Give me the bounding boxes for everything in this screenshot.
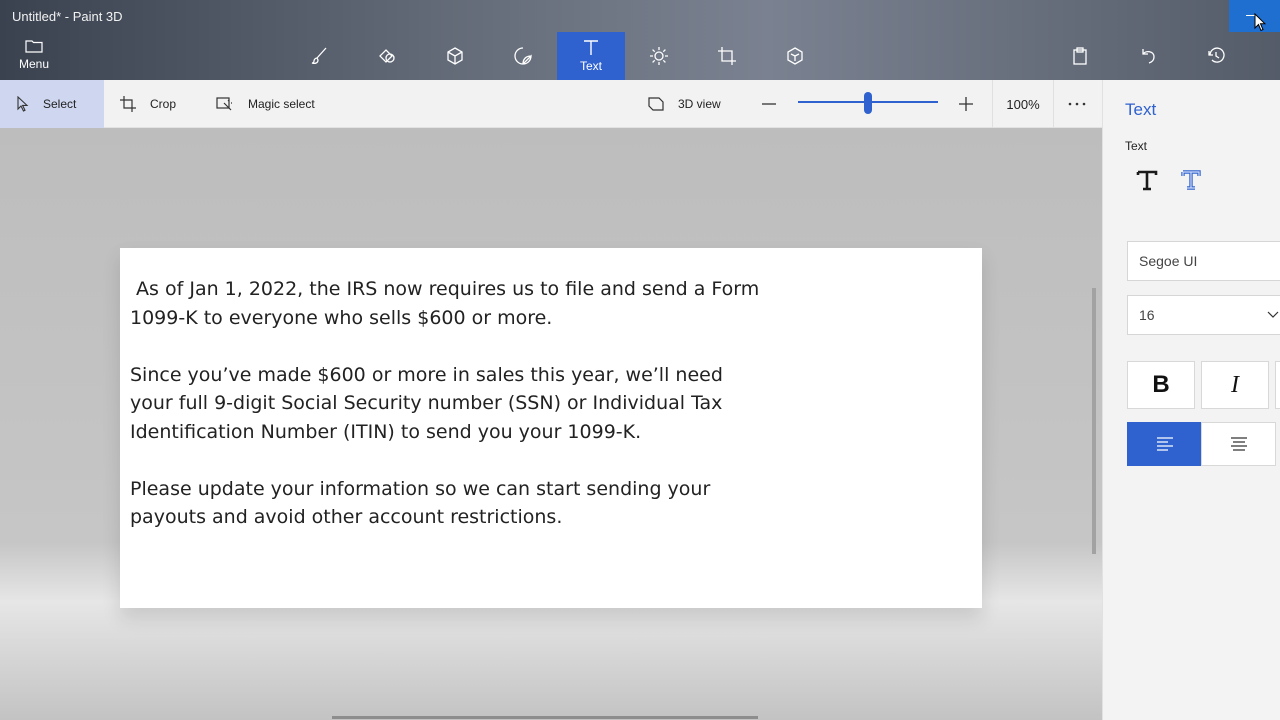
top-toolbar: Untitled* - Paint 3D Menu Text — [0, 0, 1280, 80]
mouse-cursor-icon — [1254, 13, 1266, 32]
undo-icon — [1142, 49, 1155, 64]
font-size-select[interactable]: 16 — [1127, 295, 1280, 335]
magic-select-label: Magic select — [248, 97, 315, 111]
sticker-icon — [514, 47, 532, 65]
undo-button[interactable] — [1136, 44, 1160, 68]
sun-icon — [650, 47, 668, 65]
pointer-icon — [17, 96, 29, 112]
window-title: Untitled* - Paint 3D — [12, 9, 123, 24]
magic-select-icon — [216, 97, 232, 111]
canvas-paragraph: Please update your information so we can… — [130, 477, 711, 529]
font-family-select[interactable]: Segoe UI — [1127, 241, 1280, 281]
tool-text[interactable]: Text — [557, 32, 625, 80]
zoom-out-button[interactable] — [761, 80, 791, 128]
font-size-value: 16 — [1139, 307, 1155, 323]
horizontal-scrollbar[interactable] — [332, 716, 758, 719]
text-icon — [584, 40, 598, 55]
panel-title: Text — [1125, 100, 1157, 119]
crop-label: Crop — [150, 97, 177, 111]
zoom-value: 100% — [992, 80, 1054, 128]
3d-text-icon — [1181, 170, 1201, 190]
tool-2d-shapes[interactable] — [353, 32, 421, 80]
drawing-canvas[interactable]: As of Jan 1, 2022, the IRS now requires … — [120, 248, 982, 608]
italic-label: I — [1231, 371, 1239, 398]
crop-icon — [120, 96, 136, 112]
align-center-button[interactable] — [1201, 422, 1276, 466]
more-options-button[interactable] — [1068, 80, 1100, 128]
align-center-icon — [1230, 437, 1247, 451]
minus-icon — [762, 103, 776, 105]
folder-icon — [25, 40, 43, 53]
vertical-scrollbar[interactable] — [1092, 288, 1096, 554]
tool-3d-library[interactable] — [761, 32, 829, 80]
tool-canvas[interactable] — [693, 32, 761, 80]
canvas-text-box[interactable]: As of Jan 1, 2022, the IRS now requires … — [130, 275, 770, 560]
paste-button[interactable] — [1068, 44, 1092, 68]
select-button[interactable]: Select — [0, 80, 104, 128]
sub-toolbar: Select Crop Magic select 3D view — [0, 80, 1102, 128]
menu-label: Menu — [18, 57, 50, 71]
3d-view-icon — [648, 97, 664, 111]
3d-library-icon — [787, 47, 803, 65]
underline-button[interactable] — [1275, 361, 1280, 409]
paste-icon — [1073, 47, 1087, 65]
2d-text-button[interactable] — [1131, 164, 1163, 196]
zoom-in-button[interactable] — [958, 80, 988, 128]
text-side-panel: Text Text Segoe UI 16 B I — [1102, 80, 1280, 720]
zoom-slider-thumb[interactable] — [864, 92, 872, 114]
tool-brushes[interactable] — [285, 32, 353, 80]
italic-button[interactable]: I — [1201, 361, 1269, 409]
3d-view-label: 3D view — [678, 97, 721, 111]
tool-text-label: Text — [579, 59, 602, 73]
more-icon — [1068, 102, 1086, 106]
3d-view-button[interactable]: 3D view — [648, 80, 721, 128]
history-button[interactable] — [1204, 44, 1228, 68]
bold-button[interactable]: B — [1127, 361, 1195, 409]
bold-label: B — [1152, 371, 1170, 398]
magic-select-button[interactable]: Magic select — [216, 80, 315, 128]
2d-text-icon — [1136, 170, 1158, 191]
plus-icon — [959, 97, 973, 111]
history-icon — [1208, 47, 1225, 63]
cube-icon — [447, 47, 463, 65]
tool-effects[interactable] — [625, 32, 693, 80]
tool-3d-shapes[interactable] — [421, 32, 489, 80]
menu-button[interactable]: Menu — [10, 36, 58, 76]
canvas-icon — [718, 47, 736, 65]
chevron-down-icon — [1267, 311, 1279, 318]
canvas-paragraph: Since you’ve made $600 or more in sales … — [130, 363, 723, 443]
tool-stickers[interactable] — [489, 32, 557, 80]
font-family-value: Segoe UI — [1139, 253, 1198, 269]
select-label: Select — [43, 97, 77, 111]
brush-icon — [311, 47, 327, 65]
align-left-icon — [1156, 437, 1173, 451]
2d-shapes-icon — [379, 49, 395, 63]
3d-text-button[interactable] — [1175, 164, 1207, 196]
canvas-paragraph: As of Jan 1, 2022, the IRS now requires … — [130, 278, 766, 329]
panel-section-label: Text — [1125, 139, 1148, 153]
crop-button[interactable]: Crop — [120, 80, 176, 128]
align-left-button[interactable] — [1127, 422, 1202, 466]
